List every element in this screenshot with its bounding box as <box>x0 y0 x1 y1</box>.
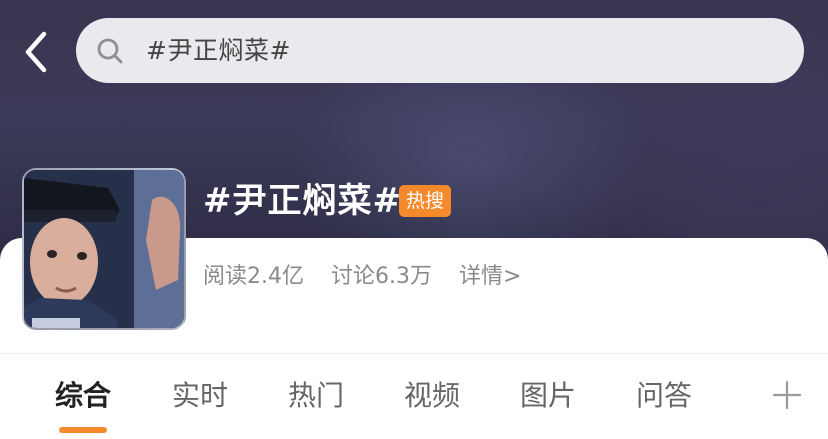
topic-title: #尹正焖菜# <box>203 181 402 221</box>
plus-icon <box>772 380 802 410</box>
divider <box>0 353 828 354</box>
tab-hot[interactable]: 热门 <box>286 366 346 426</box>
back-button[interactable] <box>18 30 58 74</box>
topic-thumbnail-image <box>24 170 184 328</box>
discussion-count: 讨论6.3万 <box>331 264 432 289</box>
tab-bar: 综合 实时 热门 视频 图片 问答 <box>0 366 828 426</box>
detail-link[interactable]: 详情> <box>459 264 521 289</box>
topic-page: #尹正焖菜# #尹正焖菜# 热搜 阅读2.4亿 讨论6.3万 详情> 综合 实时… <box>0 0 828 439</box>
search-icon <box>97 38 123 64</box>
tab-comprehensive[interactable]: 综合 <box>53 366 113 426</box>
active-tab-indicator <box>59 427 107 433</box>
search-input[interactable]: #尹正焖菜# <box>146 18 291 83</box>
tab-video[interactable]: 视频 <box>402 366 462 426</box>
topic-stats: 阅读2.4亿 讨论6.3万 详情> <box>203 259 541 295</box>
topic-thumbnail[interactable] <box>22 168 186 330</box>
read-count: 阅读2.4亿 <box>203 264 304 289</box>
hot-search-badge: 热搜 <box>399 185 451 217</box>
chevron-left-icon <box>25 31 47 73</box>
tab-images[interactable]: 图片 <box>518 366 578 426</box>
tab-realtime[interactable]: 实时 <box>170 366 230 426</box>
add-tab-button[interactable] <box>772 380 802 410</box>
search-bar[interactable]: #尹正焖菜# <box>76 18 804 83</box>
tab-qa[interactable]: 问答 <box>634 366 694 426</box>
